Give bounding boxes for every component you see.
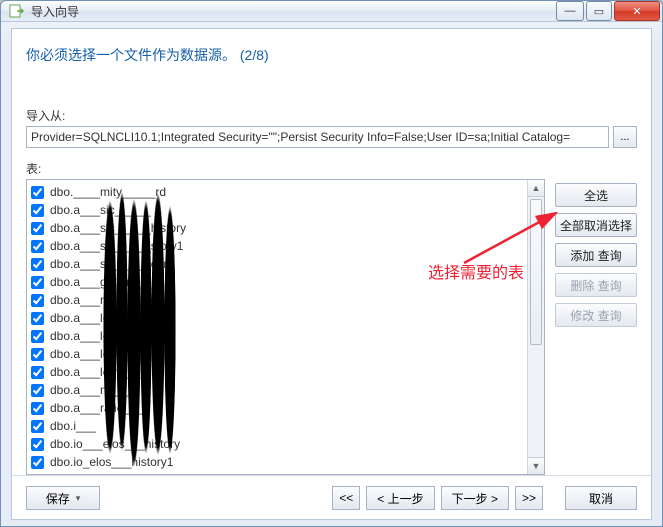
scroll-up-button[interactable]: ▲	[528, 180, 544, 197]
table-row-label: dbo.a___ratio___o	[50, 401, 150, 415]
table-row-checkbox[interactable]	[31, 276, 44, 289]
save-button-label: 保存	[46, 490, 70, 507]
deselect-all-button[interactable]: 全部取消选择	[555, 213, 637, 237]
table-row[interactable]: dbo.a___le_i___ll	[29, 327, 525, 345]
tables-label: 表:	[26, 160, 637, 177]
table-row-checkbox[interactable]	[31, 258, 44, 271]
table-row-checkbox[interactable]	[31, 438, 44, 451]
table-row-checkbox[interactable]	[31, 402, 44, 415]
table-row-label: dbo.a___le_i___ll	[50, 329, 144, 343]
side-buttons: 全选 全部取消选择 添加 查询 删除 查询 修改 查询	[555, 179, 637, 475]
table-row-label: dbo.a___le_s___i__	[50, 347, 158, 361]
client-area: 你必须选择一个文件作为数据源。 (2/8) 导入从: ... 表: dbo.__…	[11, 28, 652, 520]
browse-button[interactable]: ...	[613, 126, 637, 148]
table-row-label: dbo.a___na___	[50, 383, 133, 397]
first-button[interactable]: <<	[332, 486, 360, 510]
table-row-label: dbo.a___ght_inf____	[50, 275, 163, 289]
window-title: 导入向导	[31, 3, 554, 20]
titlebar: 导入向导 — ▭ ✕	[1, 1, 662, 22]
table-row-label: dbo.a___nove___e__	[50, 293, 166, 307]
table-row-label: dbo.a___sic_i____story1	[50, 239, 183, 253]
bottom-bar: 保存 ▾ << < 上一步 下一步 > >> 取消	[12, 475, 651, 519]
table-row-checkbox[interactable]	[31, 186, 44, 199]
table-row[interactable]: dbo.a___sic_i____	[29, 201, 525, 219]
cancel-button[interactable]: 取消	[565, 486, 637, 510]
table-row-checkbox[interactable]	[31, 456, 44, 469]
table-row[interactable]: dbo.a___ght_inf____	[29, 273, 525, 291]
scroll-track[interactable]	[528, 197, 544, 457]
save-button[interactable]: 保存 ▾	[26, 486, 100, 510]
table-row-label: dbo.io___elos___history	[50, 437, 180, 451]
table-row-label: dbo.____mity_____rd	[50, 185, 166, 199]
table-row[interactable]: dbo.a___sic_i____cent	[29, 255, 525, 273]
table-row-label: dbo.a___sic_i____cent	[50, 257, 173, 271]
vertical-scrollbar[interactable]: ▲ ▼	[527, 180, 544, 474]
table-row[interactable]: dbo.a___le_s___i__	[29, 345, 525, 363]
import-from-label: 导入从:	[26, 107, 637, 124]
table-row-checkbox[interactable]	[31, 366, 44, 379]
scroll-thumb[interactable]	[530, 199, 542, 345]
table-row-label: dbo.i___	[50, 419, 96, 433]
last-button[interactable]: >>	[515, 486, 543, 510]
app-icon	[9, 3, 25, 19]
table-row-checkbox[interactable]	[31, 294, 44, 307]
connection-string-input[interactable]	[26, 126, 609, 148]
table-row-checkbox[interactable]	[31, 348, 44, 361]
table-row[interactable]: dbo.a___le_c____	[29, 309, 525, 327]
page-title: 你必须选择一个文件作为数据源。 (2/8)	[26, 45, 637, 65]
table-row-checkbox[interactable]	[31, 420, 44, 433]
table-row[interactable]: dbo.io___elos___history	[29, 435, 525, 453]
table-row[interactable]: dbo.i___	[29, 417, 525, 435]
window: 导入向导 — ▭ ✕ 你必须选择一个文件作为数据源。 (2/8) 导入从: ..…	[0, 0, 663, 527]
table-row-checkbox[interactable]	[31, 312, 44, 325]
table-row[interactable]: dbo.a___sic_i____story1	[29, 237, 525, 255]
maximize-button[interactable]: ▭	[586, 1, 612, 21]
next-button[interactable]: 下一步 >	[441, 486, 509, 510]
table-row-label: dbo.io_elos___history1	[50, 455, 173, 469]
delete-query-button[interactable]: 删除 查询	[555, 273, 637, 297]
table-row[interactable]: dbo.a___le_v___	[29, 363, 525, 381]
table-row-label: dbo.a___le_v___	[50, 365, 142, 379]
table-row-label: dbo.a___le_c____	[50, 311, 149, 325]
table-row[interactable]: dbo.____mity_____rd	[29, 183, 525, 201]
table-row[interactable]: dbo.io_elos___history1	[29, 453, 525, 471]
chevron-down-icon: ▾	[76, 493, 81, 504]
minimize-button[interactable]: —	[556, 1, 584, 21]
scroll-down-button[interactable]: ▼	[528, 457, 544, 474]
table-row[interactable]: dbo.a___ratio___o	[29, 399, 525, 417]
add-query-button[interactable]: 添加 查询	[555, 243, 637, 267]
table-row-checkbox[interactable]	[31, 384, 44, 397]
tables-listbox: dbo.____mity_____rd dbo.a___sic_i____ dbo.…	[26, 179, 545, 475]
tables-area: dbo.____mity_____rd dbo.a___sic_i____ dbo.…	[26, 179, 637, 475]
table-row-label: dbo.a___sic_i____history	[50, 221, 186, 235]
table-row-label: dbo.a___sic_i____	[50, 203, 151, 217]
table-row-checkbox[interactable]	[31, 240, 44, 253]
table-row-checkbox[interactable]	[31, 204, 44, 217]
close-button[interactable]: ✕	[614, 1, 660, 21]
table-row[interactable]: dbo.a___na___	[29, 381, 525, 399]
select-all-button[interactable]: 全选	[555, 183, 637, 207]
table-row-checkbox[interactable]	[31, 222, 44, 235]
table-row[interactable]: dbo.a___nove___e__	[29, 291, 525, 309]
modify-query-button[interactable]: 修改 查询	[555, 303, 637, 327]
previous-button[interactable]: < 上一步	[366, 486, 434, 510]
window-controls: — ▭ ✕	[554, 1, 660, 21]
tables-list[interactable]: dbo.____mity_____rd dbo.a___sic_i____ dbo.…	[27, 180, 527, 474]
import-row: ...	[26, 126, 637, 148]
table-row-checkbox[interactable]	[31, 330, 44, 343]
table-row[interactable]: dbo.a___sic_i____history	[29, 219, 525, 237]
